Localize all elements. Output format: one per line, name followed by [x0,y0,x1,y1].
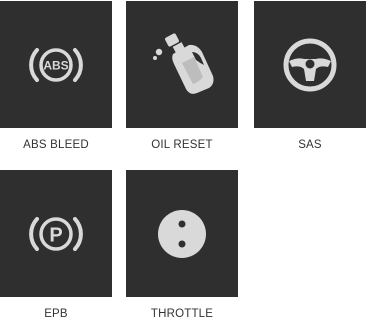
oil-can-icon [153,32,214,94]
tile-abs-bleed-label: ABS BLEED [23,139,89,151]
throttle-valve-icon [158,209,206,258]
tile-sas-label: SAS [298,139,322,151]
tile-abs-bleed-box[interactable]: ABS [0,1,112,128]
tile-abs-bleed[interactable]: ABS ABS BLEED [0,1,112,155]
tile-epb-box[interactable]: P [0,170,112,297]
tile-oil-reset-label: OIL RESET [151,139,213,151]
steering-wheel-icon [283,38,337,91]
abs-warning-icon: ABS [29,47,83,82]
tile-throttle[interactable]: THROTTLE [126,170,238,324]
abs-badge-text: ABS [43,58,68,72]
parking-brake-icon: P [29,216,83,251]
function-grid: ABS ABS BLEED OIL RESET SAS P EPB THROTT… [0,0,367,324]
tile-throttle-label: THROTTLE [150,308,214,320]
tile-oil-reset-box[interactable] [126,1,238,128]
tile-epb[interactable]: P EPB [0,170,112,324]
epb-badge-text: P [49,224,62,246]
tile-sas-box[interactable] [254,1,366,128]
tile-sas[interactable]: SAS [254,1,366,155]
tile-epb-label: EPB [44,308,68,320]
tile-oil-reset[interactable]: OIL RESET [126,1,238,155]
tile-throttle-box[interactable] [126,170,238,297]
